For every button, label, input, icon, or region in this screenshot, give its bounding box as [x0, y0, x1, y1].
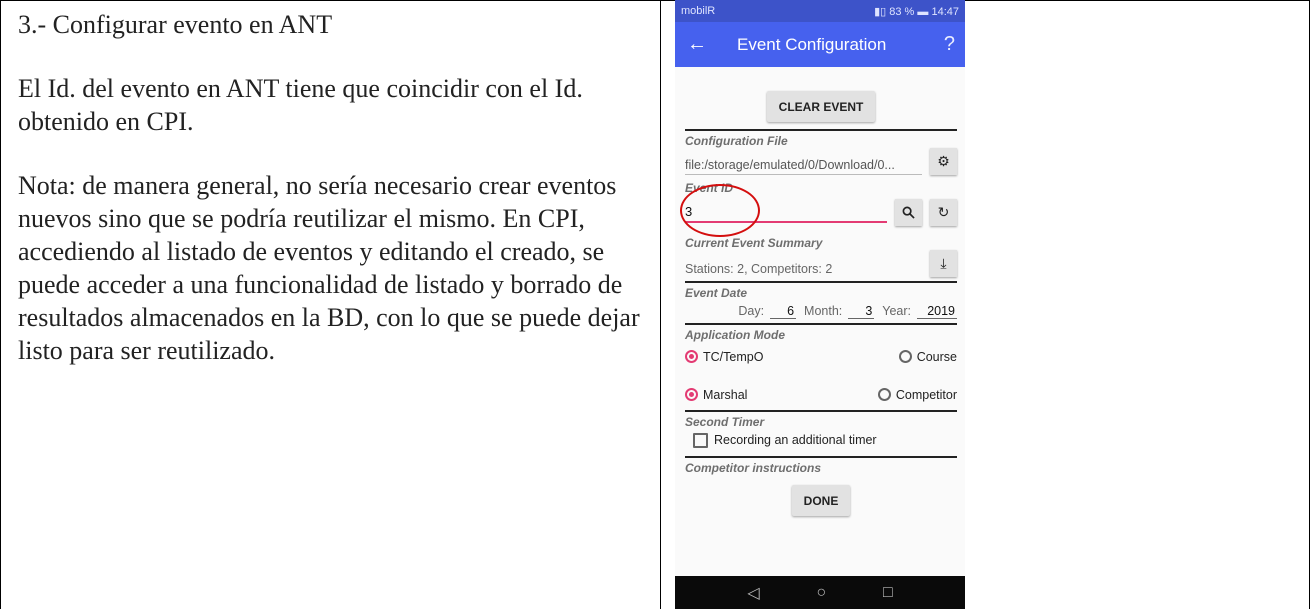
month-label: Month:: [804, 304, 843, 318]
divider: [685, 456, 957, 459]
checkbox-label: Recording an additional timer: [714, 433, 877, 447]
radio-label: Course: [916, 349, 957, 364]
instruction-text: 3.- Configurar evento en ANT El Id. del …: [18, 8, 643, 367]
radio-course[interactable]: Course: [898, 349, 957, 364]
app-bar: ← Event Configuration ?: [675, 22, 965, 67]
config-file-label: Configuration File: [685, 134, 788, 148]
year-input[interactable]: 2019: [917, 304, 957, 319]
year-label: Year:: [882, 304, 911, 318]
phone-screenshot: mobilR ▮▯ 83 % ▬ 14:47 ← Event Configura…: [675, 0, 965, 609]
radio-on-icon: [685, 350, 698, 364]
done-button[interactable]: DONE: [791, 485, 851, 517]
app-title: Event Configuration: [737, 34, 887, 54]
table-mid-border: [660, 0, 661, 609]
help-icon[interactable]: ?: [944, 33, 955, 56]
android-nav-bar: ◁ ○ □: [675, 576, 965, 609]
nav-recent-icon[interactable]: □: [883, 584, 893, 602]
clock: 14:47: [931, 5, 959, 18]
divider: [685, 410, 957, 412]
refresh-icon[interactable]: ↻: [930, 199, 957, 226]
divider: [685, 323, 957, 325]
status-bar: mobilR ▮▯ 83 % ▬ 14:47: [675, 0, 965, 22]
radio-label: Competitor: [895, 387, 957, 402]
clear-event-button[interactable]: CLEAR EVENT: [766, 91, 876, 122]
radio-on-icon: [685, 388, 698, 402]
highlight-annotation: [680, 184, 760, 237]
radio-off-icon: [898, 350, 912, 364]
radio-off-icon: [877, 388, 891, 402]
nav-back-icon[interactable]: ◁: [747, 583, 759, 603]
signal-icon: ▮▯: [874, 5, 890, 18]
competitor-instructions-label: Competitor instructions: [685, 461, 822, 476]
checkbox-icon: [693, 433, 708, 449]
month-input[interactable]: 3: [848, 304, 875, 319]
search-icon[interactable]: [895, 199, 922, 226]
divider: [685, 281, 957, 283]
additional-timer-checkbox[interactable]: Recording an additional timer: [685, 433, 957, 456]
status-indicators: ▮▯ 83 % ▬ 14:47: [874, 5, 959, 18]
gear-icon[interactable]: ⚙: [930, 148, 957, 175]
radio-tc-tempo[interactable]: TC/TempO: [685, 350, 763, 364]
radio-competitor[interactable]: Competitor: [877, 387, 957, 402]
event-date-label: Event Date: [685, 286, 748, 300]
id-paragraph: El Id. del evento en ANT tiene que coinc…: [18, 74, 583, 136]
day-label: Day:: [738, 304, 765, 318]
table-left-border: [0, 0, 1, 609]
section-heading: 3.- Configurar evento en ANT: [18, 10, 333, 39]
radio-label: Marshal: [703, 387, 748, 402]
carrier-name: mobilR: [681, 5, 716, 17]
note-paragraph: Nota: de manera general, no sería necesa…: [18, 171, 640, 365]
second-timer-label: Second Timer: [685, 415, 765, 429]
table-top-border: [0, 0, 1310, 1]
battery-icon: ▬: [917, 5, 932, 18]
download-icon[interactable]: ⤓: [930, 250, 957, 277]
summary-value: Stations: 2, Competitors: 2: [685, 262, 833, 276]
radio-marshal[interactable]: Marshal: [685, 388, 747, 402]
divider: [685, 129, 957, 131]
config-form: CLEAR EVENT Configuration File file:/sto…: [675, 67, 965, 517]
arrow-left-icon[interactable]: ←: [687, 33, 721, 56]
battery-level: 83 %: [889, 5, 915, 18]
day-input[interactable]: 6: [770, 304, 797, 319]
event-date-fields: Day: 6 Month: 3 Year: 2019: [685, 304, 957, 323]
config-file-path[interactable]: file:/storage/emulated/0/Download/0...: [685, 148, 922, 175]
app-mode-label: Application Mode: [685, 328, 785, 342]
summary-label: Current Event Summary: [685, 236, 823, 250]
radio-label: TC/TempO: [703, 349, 764, 364]
nav-home-icon[interactable]: ○: [816, 584, 826, 602]
